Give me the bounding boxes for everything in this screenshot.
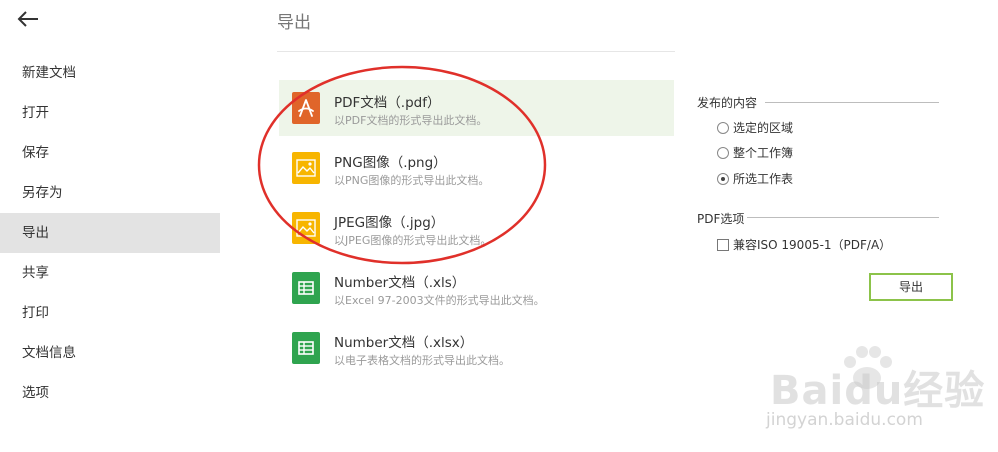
sidebar-item-open[interactable]: 打开	[0, 93, 220, 133]
watermark: Baidu经验 jingyan.baidu.com	[752, 340, 992, 440]
format-name: JPEG图像（.jpg）	[334, 215, 445, 231]
sidebar-item-export[interactable]: 导出	[0, 213, 220, 253]
watermark-brand: Baidu经验	[770, 368, 986, 414]
radio-whole-workbook[interactable]: 整个工作簿	[717, 144, 793, 161]
format-item-xlsx[interactable]: Number文档（.xlsx） 以电子表格文档的形式导出此文档。	[279, 320, 674, 376]
sidebar-menu: 新建文档 打开 保存 另存为 导出 共享 打印 文档信息 选项	[0, 53, 220, 413]
format-list: PDF文档（.pdf） 以PDF文档的形式导出此文档。 PNG图像（.png） …	[279, 80, 674, 380]
format-name: Number文档（.xlsx）	[334, 335, 474, 351]
spreadsheet-icon	[292, 332, 320, 364]
image-icon	[292, 152, 320, 184]
sidebar-item-doc-info[interactable]: 文档信息	[0, 333, 220, 373]
format-item-xls[interactable]: Number文档（.xls） 以Excel 97-2003文件的形式导出此文档。	[279, 260, 674, 316]
radio-button[interactable]	[717, 122, 729, 134]
format-desc: 以Excel 97-2003文件的形式导出此文档。	[334, 294, 545, 307]
sidebar-item-save-as[interactable]: 另存为	[0, 173, 220, 213]
radio-label: 所选工作表	[733, 172, 794, 186]
format-name: PDF文档（.pdf）	[334, 95, 441, 111]
arrow-left-icon	[17, 11, 38, 27]
pdf-options-heading: PDF选项	[697, 212, 745, 226]
radio-label: 整个工作簿	[733, 146, 794, 160]
sidebar-item-new[interactable]: 新建文档	[0, 53, 220, 93]
radio-selected-area[interactable]: 选定的区域	[717, 119, 793, 136]
format-item-jpeg[interactable]: JPEG图像（.jpg） 以JPEG图像的形式导出此文档。	[279, 200, 674, 256]
sidebar-item-print[interactable]: 打印	[0, 293, 220, 333]
back-button[interactable]	[14, 6, 44, 34]
sidebar-item-options[interactable]: 选项	[0, 373, 220, 413]
publish-divider	[765, 102, 939, 103]
pdf-options-divider	[747, 217, 939, 218]
sidebar: 新建文档 打开 保存 另存为 导出 共享 打印 文档信息 选项	[0, 0, 220, 452]
format-desc: 以电子表格文档的形式导出此文档。	[334, 354, 510, 367]
radio-button[interactable]	[717, 173, 729, 185]
format-item-png[interactable]: PNG图像（.png） 以PNG图像的形式导出此文档。	[279, 140, 674, 196]
radio-button[interactable]	[717, 147, 729, 159]
pdf-compat-label: 兼容ISO 19005-1（PDF/A）	[733, 238, 892, 252]
image-icon	[292, 212, 320, 244]
format-desc: 以PDF文档的形式导出此文档。	[334, 114, 488, 127]
radio-label: 选定的区域	[733, 121, 794, 135]
spreadsheet-icon	[292, 272, 320, 304]
format-name: PNG图像（.png）	[334, 155, 447, 171]
title-divider	[277, 51, 675, 52]
format-name: Number文档（.xls）	[334, 275, 466, 291]
sidebar-item-save[interactable]: 保存	[0, 133, 220, 173]
format-desc: 以JPEG图像的形式导出此文档。	[334, 234, 492, 247]
format-item-pdf[interactable]: PDF文档（.pdf） 以PDF文档的形式导出此文档。	[279, 80, 674, 136]
export-button[interactable]: 导出	[869, 273, 953, 301]
sidebar-item-share[interactable]: 共享	[0, 253, 220, 293]
pdf-compat-checkbox[interactable]	[717, 239, 729, 251]
watermark-url: jingyan.baidu.com	[766, 410, 923, 430]
format-desc: 以PNG图像的形式导出此文档。	[334, 174, 490, 187]
publish-heading: 发布的内容	[697, 96, 758, 110]
page-title: 导出	[277, 13, 311, 33]
pdf-icon	[292, 92, 320, 124]
radio-selected-sheets[interactable]: 所选工作表	[717, 170, 793, 187]
pdf-compat-option[interactable]: 兼容ISO 19005-1（PDF/A）	[717, 236, 891, 253]
